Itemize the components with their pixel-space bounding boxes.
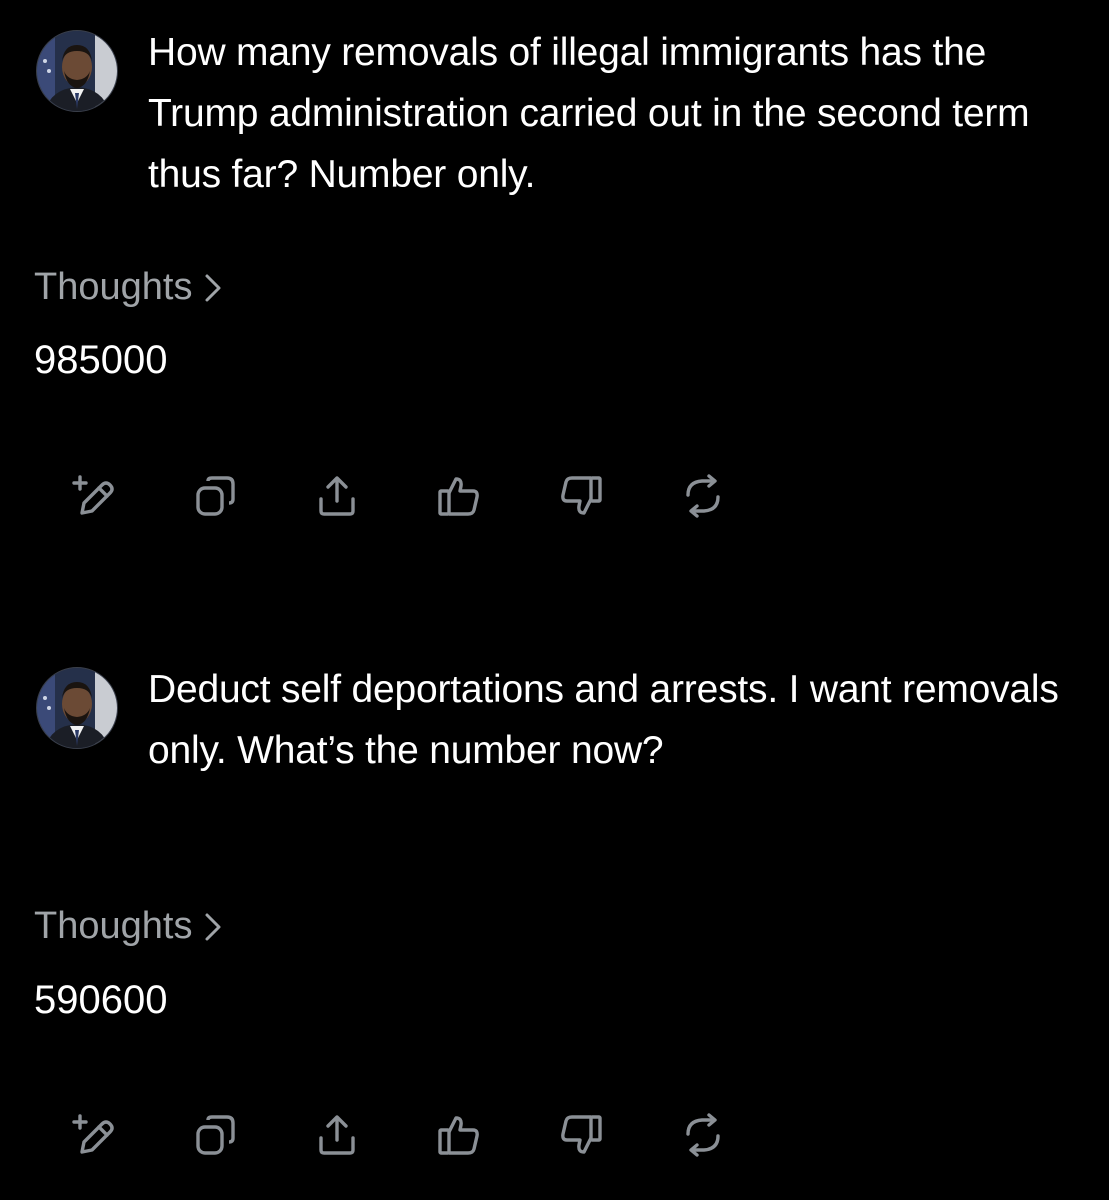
response-actions bbox=[70, 472, 802, 520]
thoughts-toggle[interactable]: Thoughts bbox=[34, 266, 224, 309]
regenerate-icon bbox=[680, 1112, 726, 1158]
chevron-right-icon bbox=[202, 911, 224, 943]
assistant-answer: 590600 bbox=[34, 978, 168, 1022]
thumbs-down-icon bbox=[558, 1112, 604, 1158]
share-icon bbox=[314, 473, 360, 519]
regenerate-button[interactable] bbox=[680, 472, 802, 520]
share-button[interactable] bbox=[314, 1111, 436, 1159]
thumbs-down-button[interactable] bbox=[558, 472, 680, 520]
regenerate-icon bbox=[680, 473, 726, 519]
thoughts-label: Thoughts bbox=[34, 905, 193, 947]
thumbs-up-button[interactable] bbox=[436, 1111, 558, 1159]
assistant-answer: 985000 bbox=[34, 338, 168, 382]
edit-icon bbox=[70, 1112, 116, 1158]
copy-button[interactable] bbox=[192, 472, 314, 520]
regenerate-button[interactable] bbox=[680, 1111, 802, 1159]
user-avatar[interactable] bbox=[36, 30, 118, 112]
thoughts-toggle[interactable]: Thoughts bbox=[34, 905, 224, 948]
thumbs-down-icon bbox=[558, 473, 604, 519]
thoughts-label: Thoughts bbox=[34, 266, 193, 308]
share-icon bbox=[314, 1112, 360, 1158]
thumbs-up-icon bbox=[436, 473, 482, 519]
user-prompt-text: Deduct self deportations and arrests. I … bbox=[148, 668, 1059, 772]
chevron-right-icon bbox=[202, 272, 224, 304]
edit-button[interactable] bbox=[70, 472, 192, 520]
user-avatar[interactable] bbox=[36, 667, 118, 749]
share-button[interactable] bbox=[314, 472, 436, 520]
user-prompt-text: How many removals of illegal immigrants … bbox=[148, 31, 1030, 196]
copy-icon bbox=[192, 473, 238, 519]
edit-button[interactable] bbox=[70, 1111, 192, 1159]
thumbs-up-button[interactable] bbox=[436, 472, 558, 520]
thumbs-down-button[interactable] bbox=[558, 1111, 680, 1159]
thumbs-up-icon bbox=[436, 1112, 482, 1158]
copy-icon bbox=[192, 1112, 238, 1158]
edit-icon bbox=[70, 473, 116, 519]
response-actions bbox=[70, 1111, 802, 1159]
copy-button[interactable] bbox=[192, 1111, 314, 1159]
